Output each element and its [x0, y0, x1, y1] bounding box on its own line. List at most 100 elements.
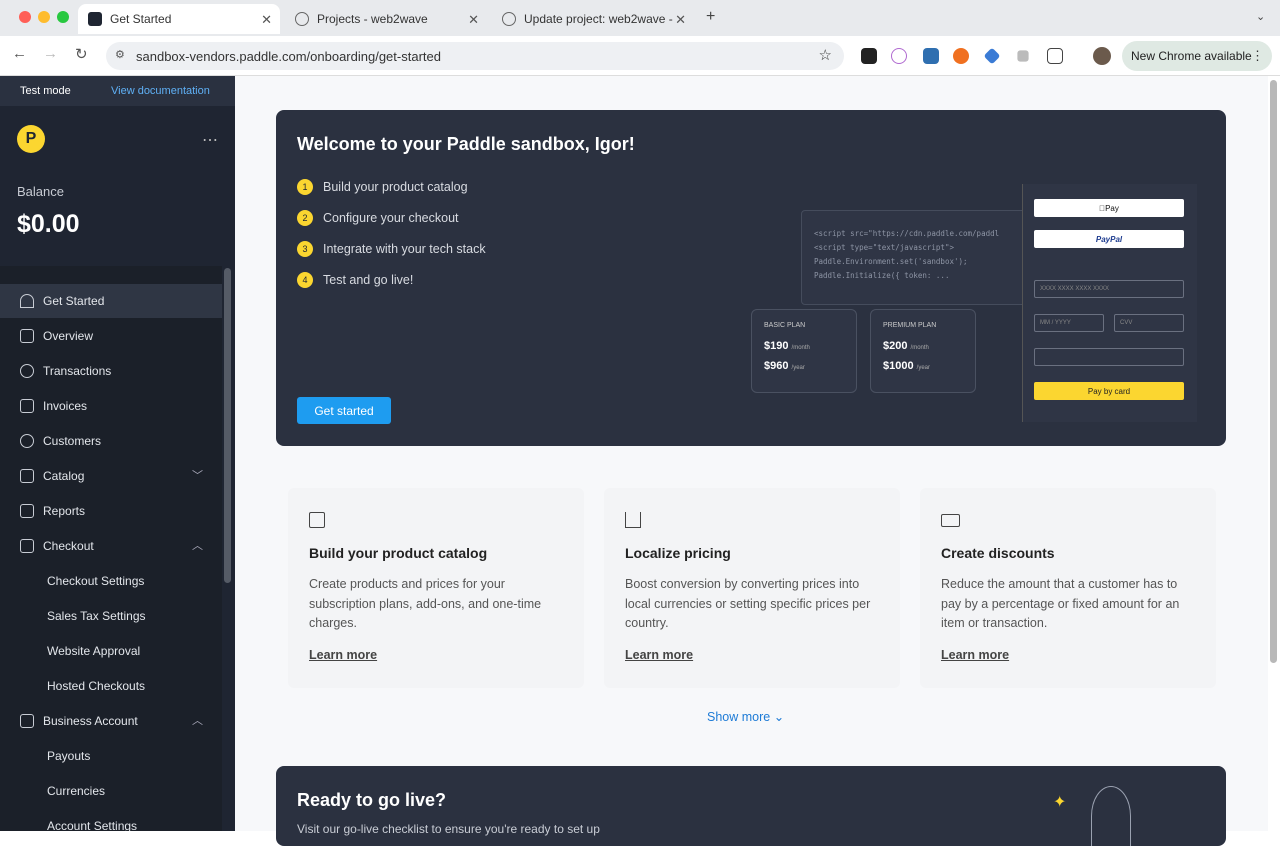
close-tab-icon[interactable]: ✕ [675, 12, 686, 28]
plan-unit: /month [791, 345, 810, 351]
name-field [1034, 348, 1184, 366]
address-bar[interactable]: ⚙ sandbox-vendors.paddle.com/onboarding/… [106, 42, 844, 70]
tab-update-project[interactable]: Update project: web2wave - ✕ [492, 4, 694, 34]
bookmark-star-icon[interactable]: ☆ [819, 46, 832, 64]
site-info-icon[interactable]: ⚙ [115, 48, 125, 61]
step-number: 4 [297, 272, 313, 288]
sidebar-item-customers[interactable]: Customers [0, 424, 222, 458]
extension-icon[interactable] [891, 48, 907, 64]
reload-icon[interactable]: ↻ [75, 45, 88, 63]
close-tab-icon[interactable]: ✕ [468, 12, 479, 28]
new-tab-icon[interactable]: + [706, 8, 715, 26]
close-window-button[interactable] [19, 11, 31, 23]
view-documentation-link[interactable]: View documentation [111, 85, 210, 97]
step-number: 3 [297, 241, 313, 257]
show-more-button[interactable]: Show more ⌄ [707, 709, 784, 724]
kebab-menu-icon[interactable]: ⋮ [1251, 48, 1264, 64]
sidebar-item-reports[interactable]: Reports [0, 494, 222, 528]
plan-price: $1000 [883, 360, 914, 372]
paddle-logo[interactable]: P [17, 125, 45, 153]
get-started-label: Get started [314, 403, 374, 418]
sidebar-item-hosted-checkouts[interactable]: Hosted Checkouts [0, 669, 222, 703]
profile-avatar[interactable] [1093, 47, 1111, 65]
forward-icon[interactable]: → [43, 45, 58, 62]
paddle-favicon-icon [88, 12, 102, 26]
extension-icon[interactable] [953, 48, 969, 64]
sidebar-item-label: Catalog [43, 469, 85, 483]
card-title: Localize pricing [625, 545, 731, 561]
sidebar-item-label: Overview [43, 329, 94, 343]
sidebar-item-business-account[interactable]: Business Account ︿ [0, 704, 222, 738]
feature-card: Localize pricing Boost conversion by con… [604, 488, 900, 688]
card-title: Build your product catalog [309, 545, 488, 561]
apple-pay-label: Pay [1102, 203, 1119, 213]
step-item: 3 Integrate with your tech stack [297, 241, 486, 257]
sidebar-item-overview[interactable]: Overview [0, 319, 222, 353]
step-text: Test and go live! [323, 273, 414, 287]
learn-more-link[interactable]: Learn more [309, 648, 377, 662]
chevron-up-icon: ︿ [192, 540, 203, 552]
sidebar-item-website-approval[interactable]: Website Approval [0, 634, 222, 668]
step-item: 1 Build your product catalog [297, 179, 468, 195]
plan-name: PREMIUM PLAN [883, 322, 937, 329]
balance-value: $0.00 [17, 210, 80, 238]
plan-price: $200 [883, 340, 908, 352]
pay-by-card-label: Pay by card [1087, 386, 1131, 396]
plan-unit: /year [916, 365, 930, 371]
test-mode-bar: Test mode View documentation [0, 76, 235, 106]
sidebar-item-label: Checkout Settings [47, 574, 145, 588]
catalog-icon [20, 469, 34, 483]
logo-letter: P [25, 130, 37, 147]
globe-icon [295, 12, 309, 26]
sidebar-item-label: Website Approval [47, 644, 141, 658]
sidebar-item-sales-tax-settings[interactable]: Sales Tax Settings [0, 599, 222, 633]
sidebar-item-checkout[interactable]: Checkout ︿ [0, 529, 222, 563]
plan-unit: /year [791, 365, 805, 371]
sidebar-item-invoices[interactable]: Invoices [0, 389, 222, 423]
balance-label: Balance [17, 184, 64, 199]
page-scrollbar[interactable] [1270, 80, 1277, 663]
sidebar-scrollbar[interactable] [224, 268, 231, 583]
get-started-button[interactable]: Get started [297, 397, 391, 424]
maximize-window-button[interactable] [57, 11, 69, 23]
expiry-field: MM / YYYY [1034, 314, 1104, 332]
card-description: Boost conversion by converting prices in… [625, 577, 871, 630]
new-chrome-available-button[interactable]: New Chrome available ⋮ [1122, 41, 1272, 71]
back-icon[interactable]: ← [12, 45, 27, 62]
checkout-illustration: Pay PayPal XXXX XXXX XXXX XXXX MM / YYY… [1022, 184, 1197, 422]
tab-projects[interactable]: Projects - web2wave ✕ [285, 4, 487, 34]
extension-icon[interactable] [861, 48, 877, 64]
sidebar-item-get-started[interactable]: Get Started [0, 284, 222, 318]
dollar-icon [20, 364, 34, 378]
step-text: Integrate with your tech stack [323, 242, 486, 256]
paypal-button: PayPal [1034, 230, 1184, 248]
extensions-puzzle-icon[interactable] [1047, 48, 1063, 64]
sidebar-item-catalog[interactable]: Catalog ﹀ [0, 459, 222, 493]
rocket-icon [20, 294, 34, 308]
sidebar-item-account-settings[interactable]: Account Settings [0, 809, 222, 831]
sidebar-item-checkout-settings[interactable]: Checkout Settings [0, 564, 222, 598]
close-tab-icon[interactable]: ✕ [261, 12, 272, 28]
sidebar-item-label: Reports [43, 504, 86, 518]
sidebar-item-transactions[interactable]: Transactions [0, 354, 222, 388]
extension-icon[interactable] [923, 48, 939, 64]
sidebar-item-currencies[interactable]: Currencies [0, 774, 222, 808]
tab-search-icon[interactable]: ⌄ [1256, 10, 1265, 23]
invoice-icon [20, 399, 34, 413]
minimize-window-button[interactable] [38, 11, 50, 23]
sidebar-item-label: Hosted Checkouts [47, 679, 146, 693]
sidebar-item-payouts[interactable]: Payouts [0, 739, 222, 773]
tab-get-started[interactable]: Get Started ✕ [78, 4, 280, 34]
sidebar-item-label: Customers [43, 434, 102, 448]
extension-icon[interactable] [983, 47, 1001, 65]
extension-icon[interactable] [1017, 50, 1029, 62]
sidebar-item-label: Account Settings [47, 819, 138, 831]
learn-more-link[interactable]: Learn more [941, 648, 1009, 662]
learn-more-link[interactable]: Learn more [625, 648, 693, 662]
url-text: sandbox-vendors.paddle.com/onboarding/ge… [136, 48, 441, 64]
sidebar-item-label: Currencies [47, 784, 106, 798]
test-mode-label: Test mode [20, 85, 71, 97]
tab-title: Projects - web2wave [317, 12, 428, 26]
sidebar-item-label: Invoices [43, 399, 88, 413]
more-options-icon[interactable]: ⋯ [202, 130, 219, 150]
